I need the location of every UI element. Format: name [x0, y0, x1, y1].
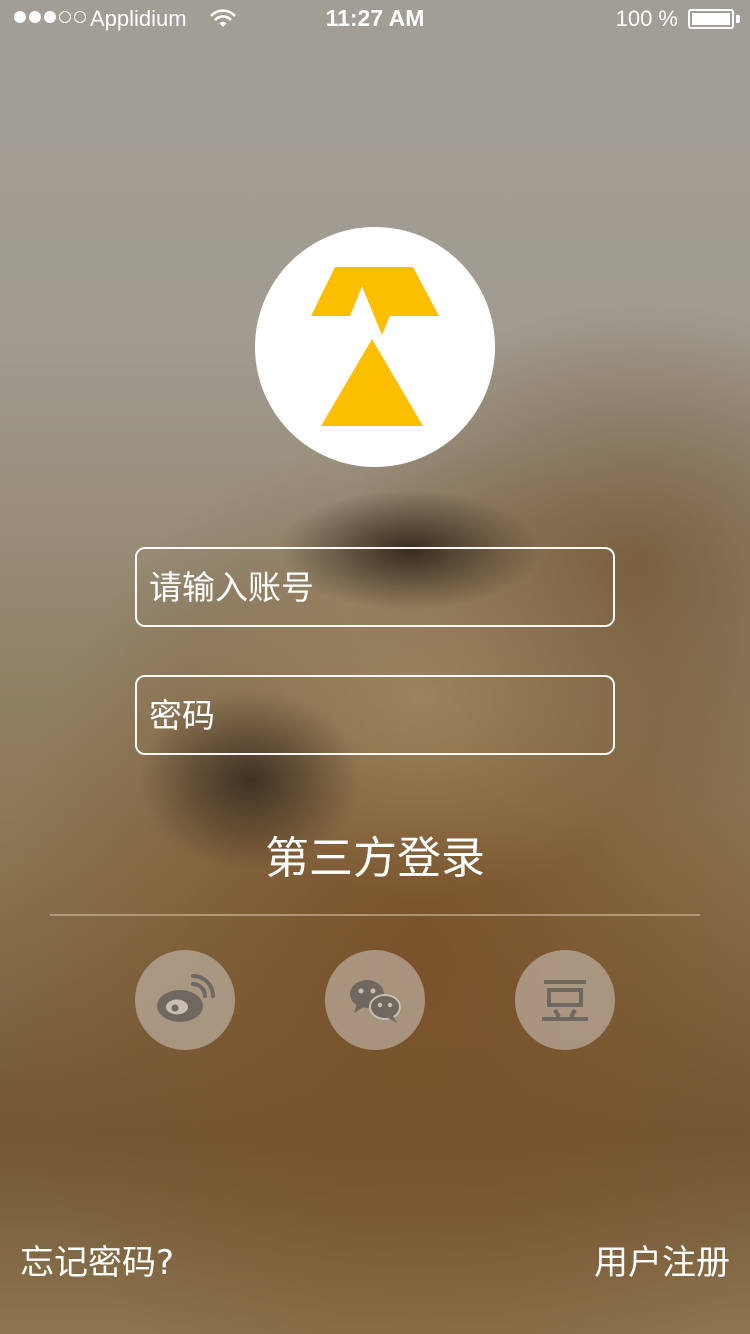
douban-icon [542, 980, 588, 1021]
account-field[interactable] [135, 547, 615, 627]
status-bar: Applidium 11:27 AM 100 % [0, 0, 750, 40]
battery-icon [688, 9, 734, 29]
forgot-password-link[interactable]: 忘记密码? [20, 1235, 174, 1284]
weibo-login-button[interactable] [135, 950, 235, 1050]
account-input[interactable] [137, 549, 613, 625]
weibo-icon [157, 974, 215, 1022]
battery-percent: 100 % [615, 6, 678, 31]
battery-nub [736, 15, 740, 23]
logo-triangles-icon [311, 267, 439, 426]
register-link[interactable]: 用户注册 [594, 1235, 730, 1284]
login-screen: Applidium 11:27 AM 100 % 第三方登录 [0, 0, 750, 1334]
wechat-icon [350, 980, 401, 1023]
wechat-login-button[interactable] [325, 950, 425, 1050]
logo-triangle-bottom [321, 339, 423, 426]
battery-level [692, 13, 730, 25]
douban-login-button[interactable] [515, 950, 615, 1050]
third-party-login-title: 第三方登录 [265, 833, 485, 884]
password-field[interactable] [135, 675, 615, 755]
app-logo [255, 227, 495, 467]
divider [50, 914, 700, 916]
password-input[interactable] [137, 677, 613, 753]
